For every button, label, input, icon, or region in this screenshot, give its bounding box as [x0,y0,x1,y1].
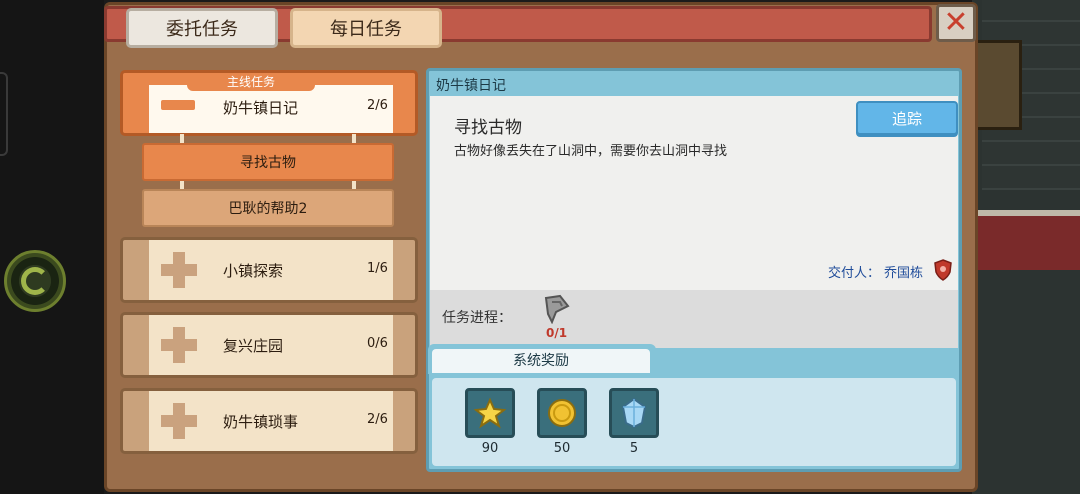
track-button[interactable]: 追踪 [856,101,958,135]
quest-group-name: 小镇探索 [223,262,284,280]
task-description: 古物好像丢失在了山洞中，需要你去山洞中寻找 [454,144,728,159]
reward-qty-coin: 50 [553,441,571,456]
quest-group-name: 复兴庄园 [223,337,284,355]
background-redwall [972,210,1080,270]
plus-icon [161,252,197,288]
progress-count: 0/1 [546,326,568,340]
quest-group-count: 2/6 [367,98,388,113]
quest-group-count: 2/6 [367,412,388,427]
crystal-icon [621,397,647,429]
connector [180,181,184,189]
tab-commission[interactable]: 委托任务 [126,8,278,48]
quest-group-main[interactable]: 主线任务 奶牛镇日记 2/6 [120,70,418,136]
sub-task-next[interactable]: 巴耿的帮助2 [142,189,394,227]
plus-icon [161,403,197,439]
background-bench [972,40,1022,130]
side-drawer-tab[interactable] [0,72,8,156]
quest-group-revive[interactable]: 复兴庄园 0/6 [120,312,418,378]
giver-name: 乔国栋 [884,266,924,281]
reward-coin[interactable] [537,388,587,438]
quest-group-count: 0/6 [367,336,388,351]
relic-shard-icon [544,294,570,324]
game-action-button[interactable] [4,250,66,312]
reward-star[interactable] [465,388,515,438]
quest-group-name: 奶牛镇日记 [223,99,299,117]
progress-label: 任务进程： [442,310,512,326]
main-quest-label: 主线任务 [187,73,315,91]
close-icon: ✕ [943,5,969,40]
quest-group-name: 奶牛镇琐事 [223,413,299,431]
reward-qty-star: 90 [481,441,499,456]
giver-label: 交付人： [828,266,881,281]
task-title: 寻找古物 [454,118,522,138]
reward-tab: 系统奖励 [432,349,650,373]
coin-icon [548,399,576,427]
action-ring-icon [21,267,49,295]
shield-icon [934,259,952,281]
background-right [972,0,1080,494]
quest-group-count: 1/6 [367,261,388,276]
star-icon [474,397,506,429]
collapse-bar-icon [161,100,195,110]
background-left [0,0,104,494]
quest-group-chores[interactable]: 奶牛镇琐事 2/6 [120,388,418,454]
reward-crystal[interactable] [609,388,659,438]
plus-icon [161,327,197,363]
connector [352,181,356,189]
tab-daily[interactable]: 每日任务 [290,8,442,48]
close-button[interactable]: ✕ [936,4,976,42]
reward-qty-crystal: 5 [629,441,639,456]
sub-task-current[interactable]: 寻找古物 [142,143,394,181]
quest-group-explore[interactable]: 小镇探索 1/6 [120,237,418,303]
detail-header: 奶牛镇日记 [436,78,506,94]
